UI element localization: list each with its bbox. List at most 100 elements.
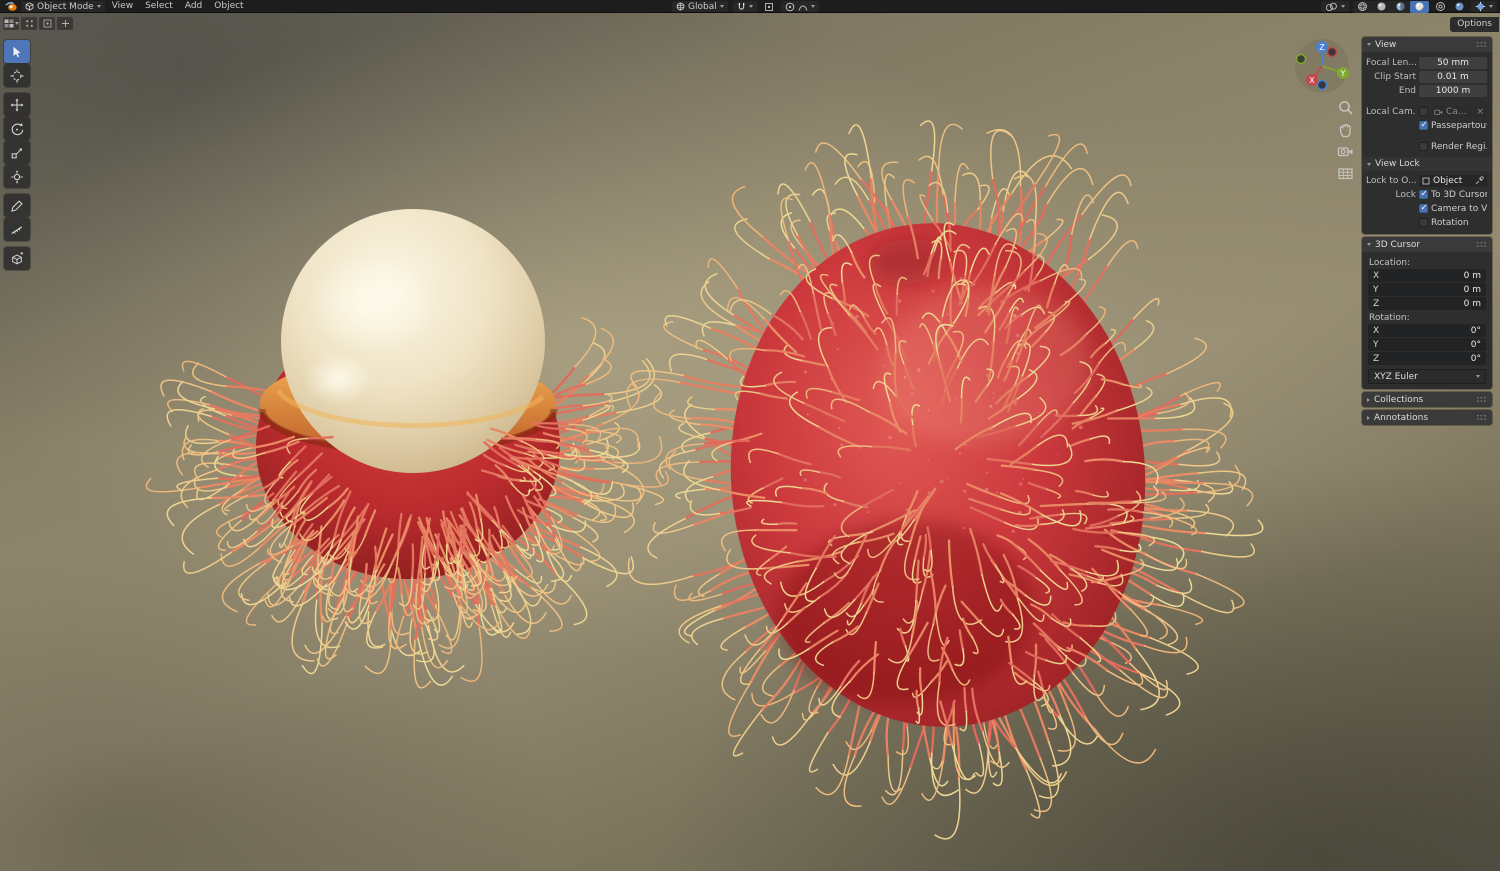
tool-transform[interactable]	[4, 165, 30, 188]
panel-view-header[interactable]: View	[1362, 37, 1492, 52]
viewport-toggle-c[interactable]	[57, 17, 73, 30]
panel-collections: Collections	[1362, 392, 1492, 407]
xray-toggle[interactable]	[1452, 1, 1467, 13]
panel-3d-cursor-header[interactable]: 3D Cursor	[1362, 237, 1492, 252]
cursor-rotation-x-field[interactable]: X 0°	[1368, 324, 1486, 337]
cursor-location-z-field[interactable]: Z 0 m	[1368, 297, 1486, 310]
viewport-overlays-toggle[interactable]	[1433, 1, 1448, 13]
drag-grip-icon[interactable]	[1476, 241, 1487, 248]
blender-logo-menu[interactable]	[3, 1, 20, 13]
object-mode-icon	[25, 2, 34, 11]
pan-button[interactable]	[1336, 120, 1354, 138]
passepartout-label: Passepartout	[1431, 121, 1487, 131]
panel-title: 3D Cursor	[1375, 240, 1472, 250]
visibility-dropdown[interactable]	[1321, 1, 1349, 12]
proportional-editing-dropdown[interactable]	[781, 1, 819, 12]
cursor-location-x-field[interactable]: X 0 m	[1368, 269, 1486, 282]
shading-solid-button[interactable]	[1372, 1, 1391, 13]
tool-add-cube[interactable]	[4, 247, 30, 270]
gizmo-z-label[interactable]: Z	[1319, 43, 1325, 52]
viewport-toggle-b[interactable]	[39, 17, 55, 30]
cursor-rotation-y-field[interactable]: Y 0°	[1368, 338, 1486, 351]
menu-object[interactable]: Object	[208, 0, 249, 13]
chevron-down-icon	[1341, 5, 1345, 8]
cursor-location-y-field[interactable]: Y 0 m	[1368, 283, 1486, 296]
axis-label: Y	[1373, 285, 1379, 295]
orientation-globe-icon	[676, 2, 685, 11]
panel-collections-header[interactable]: Collections	[1362, 392, 1492, 407]
xray-sphere-icon	[1454, 1, 1465, 12]
viewport-toggle-a[interactable]	[21, 17, 37, 30]
zoom-button[interactable]	[1336, 98, 1354, 116]
cursor-rotation-z-field[interactable]: Z 0°	[1368, 352, 1486, 365]
wireframe-sphere-icon	[1357, 1, 1368, 12]
drag-grip-icon[interactable]	[1476, 396, 1487, 403]
lock-label: Lock	[1366, 190, 1416, 200]
menu-add[interactable]: Add	[179, 0, 208, 13]
axis-label: Z	[1373, 354, 1379, 364]
lock-rotation-label: Rotation	[1431, 218, 1469, 228]
shading-mode-segment	[1353, 1, 1429, 13]
tool-cursor[interactable]	[4, 64, 30, 87]
navigation-gizmo[interactable]: Z Y X	[1290, 35, 1354, 99]
blender-window: Object Mode View Select Add Object Globa…	[0, 0, 1500, 871]
snap-target-toggle[interactable]	[762, 1, 776, 13]
grid-icon	[1337, 165, 1354, 182]
move-icon	[10, 98, 24, 112]
clip-start-field[interactable]: 0.01 m	[1419, 71, 1487, 83]
toggle-perspective-button[interactable]	[1336, 164, 1354, 182]
rotate-icon	[10, 122, 24, 136]
camera-icon	[1337, 143, 1354, 160]
tool-move[interactable]	[4, 93, 30, 116]
solid-sphere-icon	[1376, 1, 1387, 12]
measure-ruler-icon	[10, 223, 24, 237]
shading-rendered-button[interactable]	[1410, 1, 1429, 13]
clear-icon[interactable]: ×	[1476, 107, 1484, 117]
local-camera-checkbox[interactable]	[1419, 107, 1428, 116]
clip-end-field[interactable]: 1000 m	[1419, 85, 1487, 97]
editor-type-button[interactable]	[3, 17, 19, 30]
drag-grip-icon[interactable]	[1476, 414, 1487, 421]
rotation-mode-value: XYZ Euler	[1374, 372, 1472, 382]
orientation-label: Global	[688, 2, 717, 12]
camera-to-view-checkbox[interactable]	[1419, 204, 1428, 213]
options-dropdown[interactable]: Options	[1450, 17, 1499, 32]
chevron-down-icon	[720, 5, 724, 8]
viewport-3d[interactable]: Z Y X	[0, 13, 1500, 871]
shading-material-button[interactable]	[1391, 1, 1410, 13]
subpanel-view-lock-header[interactable]: View Lock	[1362, 157, 1492, 171]
local-camera-field[interactable]: Ca... ×	[1431, 106, 1487, 118]
tool-scale[interactable]	[4, 141, 30, 164]
lock-to-object-field[interactable]: Object	[1419, 175, 1487, 187]
lock-rotation-checkbox[interactable]	[1419, 218, 1428, 227]
gizmo-x-label[interactable]: X	[1309, 76, 1315, 85]
local-camera-label: Local Cam...	[1366, 107, 1416, 117]
clip-start-label: Clip Start	[1366, 72, 1416, 82]
eyedropper-icon[interactable]	[1475, 176, 1484, 185]
menu-view[interactable]: View	[106, 0, 139, 13]
drag-grip-icon[interactable]	[1476, 41, 1487, 48]
axis-value: 0 m	[1464, 285, 1481, 295]
mode-select[interactable]: Object Mode	[21, 1, 105, 12]
menu-select[interactable]: Select	[139, 0, 179, 13]
viewport-canvas[interactable]	[0, 13, 1500, 871]
focal-length-field[interactable]: 50 mm	[1419, 57, 1487, 69]
snapping-dropdown[interactable]	[733, 1, 757, 12]
camera-view-button[interactable]	[1336, 142, 1354, 160]
dots-grid-icon	[43, 19, 52, 28]
panel-annotations-header[interactable]: Annotations	[1362, 410, 1492, 425]
panel-title: View	[1375, 40, 1472, 50]
transform-orientation-dropdown[interactable]: Global	[672, 1, 728, 12]
tool-rotate[interactable]	[4, 117, 30, 140]
chevron-down-icon	[811, 5, 815, 8]
tool-annotate[interactable]	[4, 194, 30, 217]
to-3d-cursor-checkbox[interactable]	[1419, 190, 1428, 199]
render-region-checkbox[interactable]	[1419, 142, 1428, 151]
tool-select-box[interactable]	[4, 40, 30, 63]
rotation-mode-dropdown[interactable]: XYZ Euler	[1368, 369, 1486, 384]
shading-wireframe-button[interactable]	[1353, 1, 1372, 13]
gizmo-y-label[interactable]: Y	[1340, 69, 1346, 78]
passepartout-checkbox[interactable]	[1419, 121, 1428, 130]
gizmos-dropdown[interactable]	[1471, 1, 1497, 12]
tool-measure[interactable]	[4, 218, 30, 241]
